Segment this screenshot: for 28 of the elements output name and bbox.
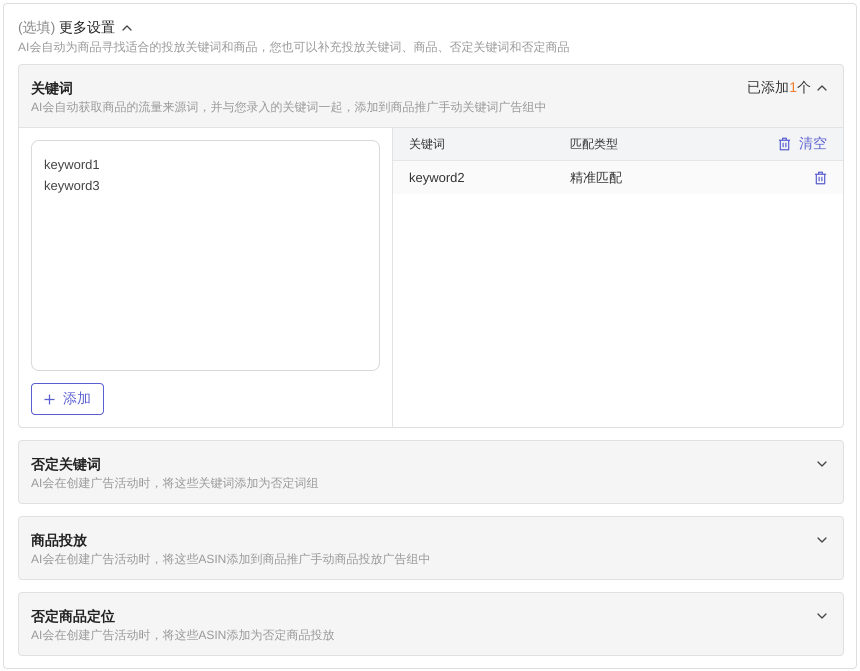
trash-icon[interactable]	[814, 170, 827, 184]
column-header: 匹配类型	[570, 136, 619, 152]
keyword-input-line: keyword3	[44, 177, 101, 195]
trash-icon	[778, 137, 791, 151]
plus-icon	[44, 394, 55, 404]
section-title: 关键词	[31, 79, 74, 98]
keyword-input-line: keyword1	[44, 156, 101, 174]
section-title: 否定商品定位	[31, 607, 116, 626]
clear-button[interactable]: 清空	[778, 135, 827, 153]
table-cell-text: keyword2	[409, 170, 466, 185]
chevron-up-icon[interactable]	[122, 24, 132, 30]
chevron-down-icon[interactable]	[817, 613, 827, 619]
column-header: 关键词	[409, 136, 446, 152]
section-title: 否定关键词	[31, 455, 102, 474]
keyword-input-field[interactable]: keyword1 keyword3	[31, 140, 380, 371]
chevron-down-icon[interactable]	[817, 537, 827, 543]
section-description: AI会在创建广告活动时，将这些ASIN添加到商品推广手动商品投放广告组中	[31, 551, 432, 568]
chevron-up-icon[interactable]	[817, 85, 827, 91]
section-title: 商品投放	[31, 531, 88, 550]
section-description: AI会自动获取商品的流量来源词，并与您录入的关键词一起，添加到商品推广手动关键词广告组中	[31, 99, 548, 116]
add-button[interactable]: 添加	[31, 383, 104, 415]
section-description: AI会在创建广告活动时，将这些ASIN添加为否定商品投放	[31, 627, 336, 644]
chevron-down-icon[interactable]	[817, 461, 827, 467]
settings-title[interactable]: (选填) 更多设置	[18, 18, 116, 36]
table-cell-text: 精准匹配	[570, 168, 623, 186]
section-description: AI会在创建广告活动时，将这些关键词添加为否定词组	[31, 475, 320, 492]
added-count-label: 已添加1个	[747, 79, 811, 97]
settings-description: AI会自动为商品寻找适合的投放关键词和商品，您也可以补充投放关键词、商品、否定关键词和否定商品	[18, 39, 570, 56]
